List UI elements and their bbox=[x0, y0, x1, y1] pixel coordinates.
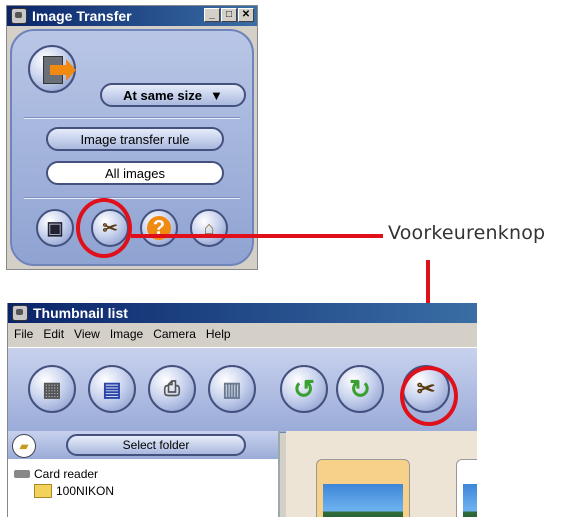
image-transfer-titlebar[interactable]: Image Transfer _ □ ✕ bbox=[7, 6, 257, 26]
size-option-select[interactable]: At same size ▼ bbox=[100, 83, 246, 107]
chevron-down-icon: ▼ bbox=[209, 87, 223, 103]
tree-item-label: Card reader bbox=[34, 467, 99, 481]
trash-icon: ⌂ bbox=[203, 217, 215, 238]
menu-image[interactable]: Image bbox=[110, 327, 143, 341]
divider bbox=[24, 197, 240, 199]
select-folder-button[interactable]: Select folder bbox=[66, 434, 246, 456]
menu-edit[interactable]: Edit bbox=[43, 327, 64, 341]
image-transfer-window: Image Transfer _ □ ✕ At same size ▼ Imag… bbox=[6, 5, 258, 270]
help-icon: ? bbox=[142, 211, 176, 245]
rotate-left-icon: ↺ bbox=[293, 373, 315, 404]
thumbnail-card[interactable] bbox=[456, 459, 477, 517]
trash-icon: ▥ bbox=[222, 378, 242, 401]
rotate-right-button[interactable]: ↻ bbox=[336, 365, 384, 413]
divider bbox=[24, 117, 240, 119]
app-icon bbox=[12, 305, 28, 321]
floppy-icon: ▤ bbox=[102, 378, 122, 401]
transfer-film-button[interactable] bbox=[28, 45, 76, 93]
film-icon: ▦ bbox=[42, 378, 62, 401]
film-button[interactable]: ▦ bbox=[28, 365, 76, 413]
folder-icon bbox=[34, 484, 52, 498]
monitor-icon: ▣ bbox=[46, 217, 64, 238]
folder-tree: Card reader 100NIKON bbox=[14, 467, 114, 498]
size-option-value: At same size bbox=[123, 87, 202, 103]
printer-icon: ⎙ bbox=[164, 377, 180, 400]
save-button[interactable]: ▤ bbox=[88, 365, 136, 413]
callout-label: Voorkeurenknop bbox=[388, 222, 546, 244]
close-button[interactable]: ✕ bbox=[238, 8, 254, 22]
folder-pane: ▰ Select folder Card reader 100NIKON bbox=[8, 431, 280, 517]
transfer-arrow-icon bbox=[50, 59, 76, 81]
thumbnail-image bbox=[323, 484, 403, 517]
menu-help[interactable]: Help bbox=[206, 327, 231, 341]
help-button[interactable]: ? bbox=[140, 209, 178, 247]
rule-button-label: Image transfer rule bbox=[80, 131, 190, 147]
tree-item-100nikon[interactable]: 100NIKON bbox=[34, 484, 114, 498]
tree-item-label: 100NIKON bbox=[56, 484, 115, 498]
thumbnail-list-titlebar[interactable]: Thumbnail list bbox=[8, 303, 477, 323]
drive-icon bbox=[14, 470, 30, 478]
delete-button[interactable]: ▥ bbox=[208, 365, 256, 413]
folder-open-icon: ▰ bbox=[12, 434, 36, 458]
thumbnail-pane bbox=[286, 431, 477, 517]
tree-item-card-reader[interactable]: Card reader bbox=[14, 467, 114, 481]
thumbnail-card[interactable] bbox=[316, 459, 410, 517]
menu-camera[interactable]: Camera bbox=[153, 327, 196, 341]
rotate-right-icon: ↻ bbox=[349, 373, 371, 404]
window-title: Thumbnail list bbox=[33, 305, 128, 321]
rule-value-field[interactable]: All images bbox=[46, 161, 224, 185]
menu-bar: File Edit View Image Camera Help bbox=[8, 325, 477, 343]
image-transfer-rule-button[interactable]: Image transfer rule bbox=[46, 127, 224, 151]
window-title: Image Transfer bbox=[32, 8, 132, 24]
menu-view[interactable]: View bbox=[74, 327, 100, 341]
rotate-left-button[interactable]: ↺ bbox=[280, 365, 328, 413]
restore-button[interactable]: □ bbox=[221, 8, 237, 22]
app-icon bbox=[11, 8, 27, 24]
thumbnail-image bbox=[463, 484, 477, 517]
highlight-ring-thumbnail bbox=[400, 366, 458, 426]
minimize-button[interactable]: _ bbox=[204, 8, 220, 22]
rule-value-label: All images bbox=[105, 165, 165, 181]
thumbnail-list-button[interactable]: ▣ bbox=[36, 209, 74, 247]
callout-line-horizontal bbox=[131, 234, 383, 238]
highlight-ring-transfer bbox=[76, 198, 132, 258]
select-folder-label: Select folder bbox=[122, 438, 190, 452]
folder-row: ▰ Select folder bbox=[8, 431, 278, 459]
print-button[interactable]: ⎙ bbox=[148, 365, 196, 413]
image-transfer-panel: At same size ▼ Image transfer rule All i… bbox=[10, 29, 254, 266]
trash-button[interactable]: ⌂ bbox=[190, 209, 228, 247]
menu-file[interactable]: File bbox=[14, 327, 33, 341]
